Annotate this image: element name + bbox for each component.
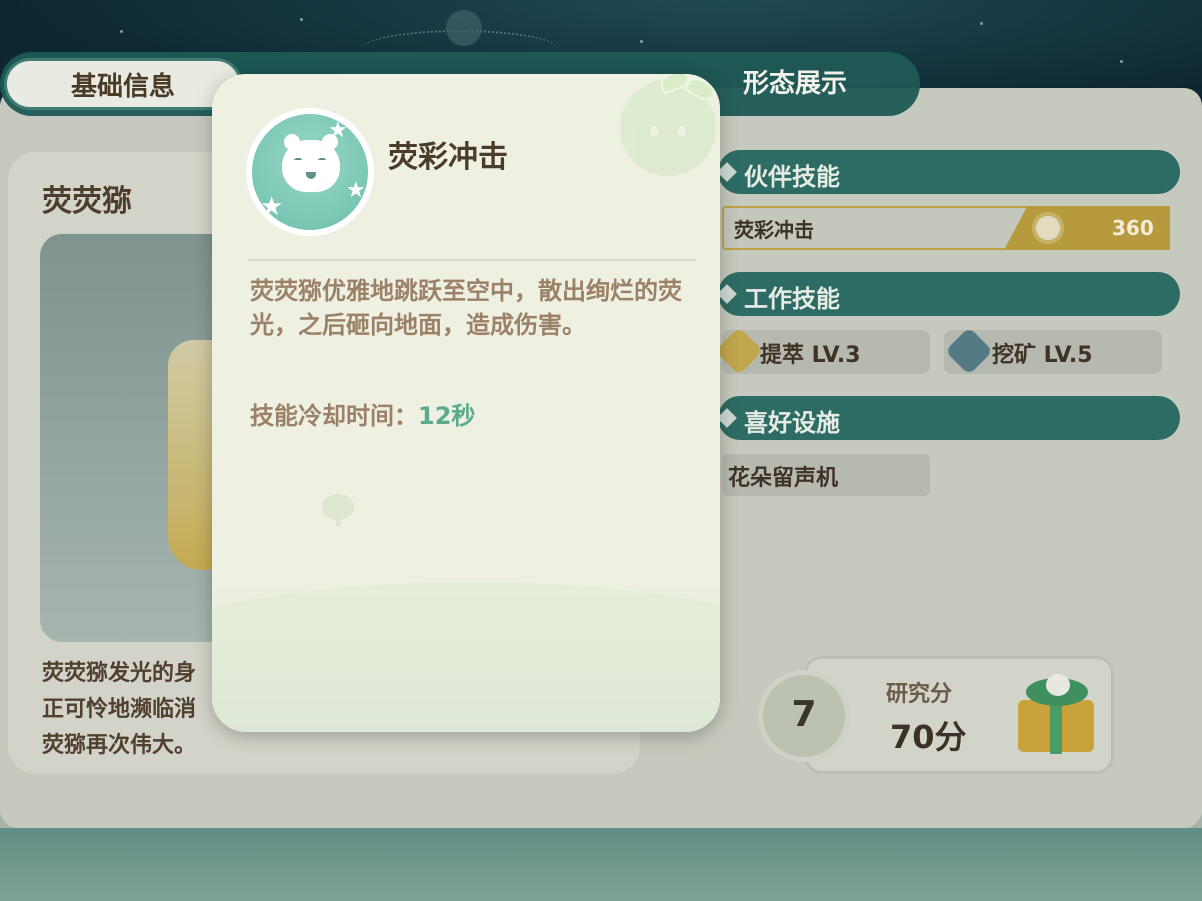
favorite-facility-title: 喜好设施	[744, 409, 840, 437]
bear-face-icon: ★ ★ ★	[252, 114, 368, 230]
work-skill-title: 工作技能	[744, 285, 840, 313]
star-icon: ★	[260, 192, 284, 222]
popup-hills-background	[212, 582, 720, 732]
star-decoration	[120, 30, 123, 33]
cooldown-line: 技能冷却时间：12秒	[250, 396, 475, 431]
star-icon: ★	[346, 178, 366, 203]
bear-eye	[318, 158, 326, 162]
favorite-facility-label: 花朵留声机	[728, 466, 839, 491]
bear-ear	[284, 134, 300, 150]
bear-head	[282, 134, 340, 192]
research-title: 研究分	[886, 682, 953, 707]
work-skill-label: 提萃 LV.3	[760, 343, 861, 368]
star-decoration	[640, 40, 643, 43]
partner-skill-value: 360	[1112, 216, 1154, 240]
skill-icon-frame: ★ ★ ★	[246, 108, 374, 236]
pal-name: 荧荧猕	[42, 184, 132, 219]
cooldown-label: 技能冷却时间：	[250, 402, 418, 430]
research-points: 70分	[890, 718, 967, 756]
popup-skill-title: 荧彩冲击	[388, 140, 508, 175]
tab-form-display[interactable]: 形态展示	[710, 58, 880, 110]
popup-skill-description: 荧荧猕优雅地跳跃至空中，散出绚烂的荧光，之后砸向地面，造成伤害。	[250, 277, 682, 339]
deco-eye	[650, 126, 658, 136]
star-decoration	[1120, 60, 1123, 63]
star-decoration	[980, 22, 983, 25]
popup-divider	[248, 259, 696, 261]
ring-icon	[1032, 212, 1064, 244]
cooldown-value: 12秒	[418, 402, 476, 430]
tab-basic-info[interactable]: 基础信息	[4, 58, 242, 110]
research-level: 7	[791, 694, 817, 735]
deco-eye	[678, 126, 686, 136]
work-skill-label: 挖矿 LV.5	[992, 343, 1093, 368]
constellation-bear-icon	[446, 10, 482, 46]
partner-skill-title: 伙伴技能	[744, 163, 840, 191]
bear-eye	[294, 158, 302, 162]
pal-description-line: 荧猕再次伟大。	[42, 733, 197, 758]
star-icon: ★	[328, 118, 348, 143]
gift-pal-icon	[1046, 674, 1070, 696]
bottom-strip	[0, 828, 1202, 901]
star-decoration	[300, 18, 303, 21]
game-screen: 基础信息 形态展示 荧荧猕 荧荧猕发光的身 正可怜地濒临消 荧猕再次伟大。 伙伴…	[0, 0, 1202, 901]
tree-trunk	[336, 512, 341, 526]
partner-skill-name: 荧彩冲击	[734, 218, 814, 242]
bear-mouth	[306, 172, 316, 179]
